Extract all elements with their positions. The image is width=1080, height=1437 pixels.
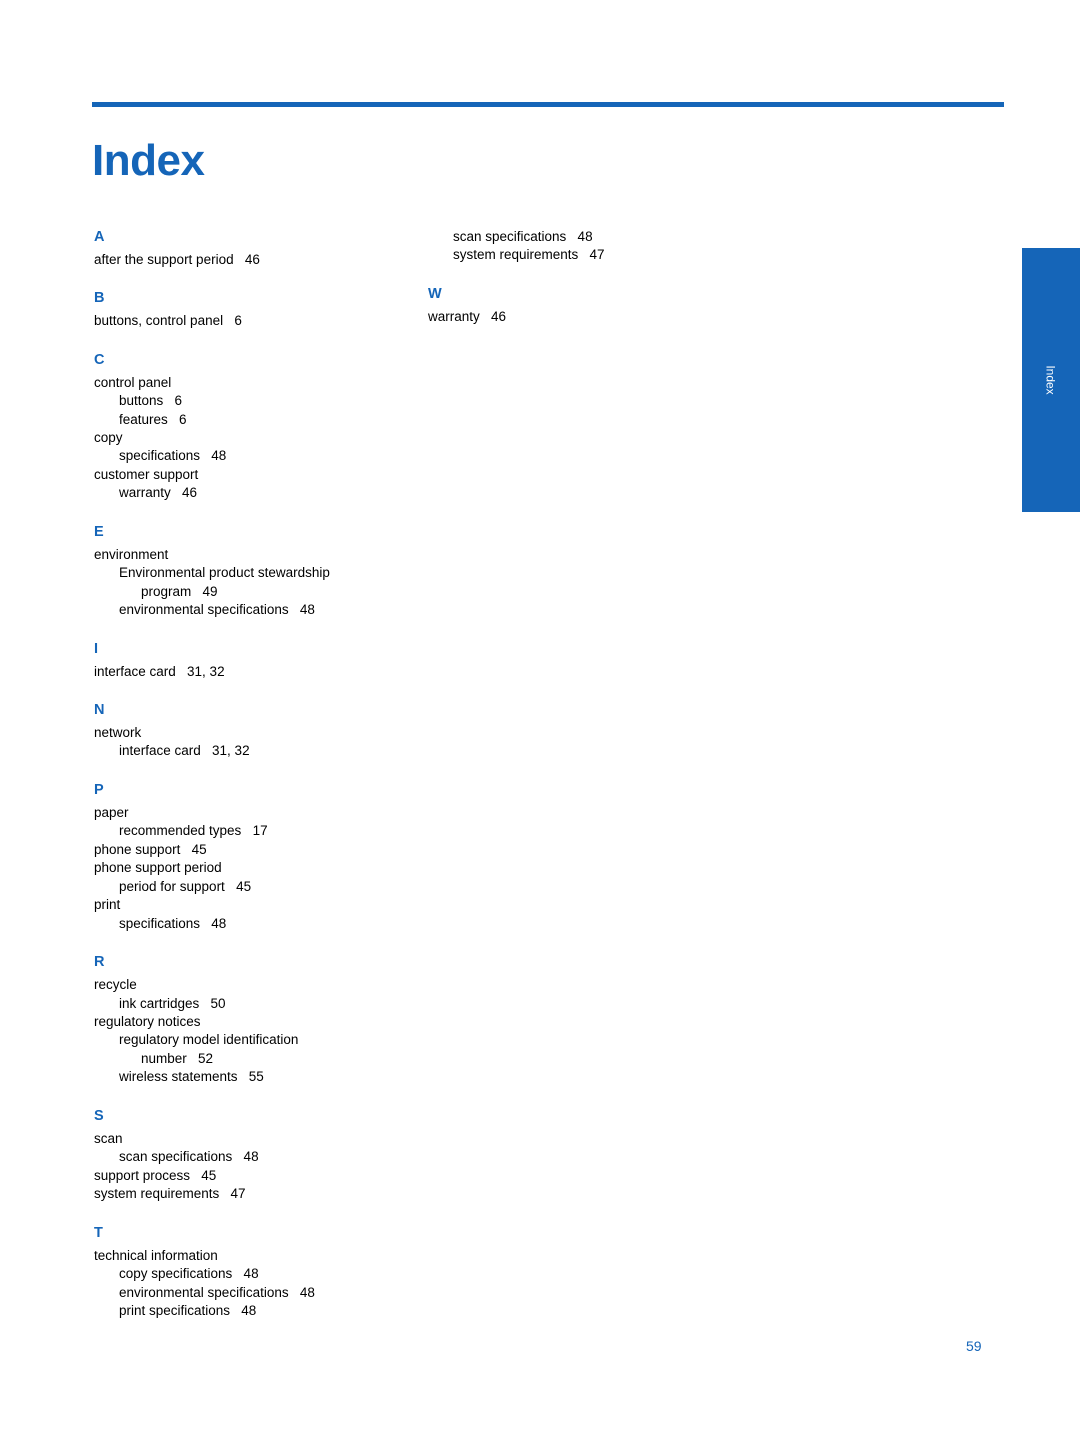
index-entry: paper [94,804,129,820]
index-letter-heading: A [94,229,105,245]
index-entry: environmental specifications 48 [119,1284,315,1300]
page-title: Index [92,136,205,186]
index-entry: print [94,897,121,913]
index-page: Index Index Aafter the support period 46… [0,0,1080,1437]
index-entry: technical information [94,1247,218,1263]
index-entry: interface card 31, 32 [94,663,225,679]
index-entry: system requirements 47 [94,1186,246,1202]
index-letter-heading: P [94,781,104,798]
side-tab-label: Index [1043,365,1058,395]
index-letter-heading: T [94,1224,103,1241]
index-entry: period for support 45 [119,878,252,894]
index-entry: scan [94,1130,123,1146]
index-letter-heading: R [94,954,105,971]
side-tab-label-wrapper: Index [1022,248,1080,512]
index-entry: warranty 46 [119,485,198,501]
index-letter-heading: C [94,351,105,368]
index-entry: program 49 [141,583,218,599]
title-rule [92,102,1004,107]
index-entry: ink cartridges 50 [119,995,226,1011]
index-entry: recommended types 17 [119,823,268,839]
index-entry: number 52 [141,1050,214,1066]
index-entry: buttons, control panel 6 [94,313,242,329]
index-entry: network [94,724,142,740]
index-entry: scan specifications 48 [119,1149,259,1165]
index-entry: wireless statements 55 [119,1069,264,1085]
index-entry: regulatory model identification [119,1032,299,1048]
index-letter-heading: N [94,702,105,719]
index-entry: scan specifications 48 [453,229,593,244]
index-entry: buttons 6 [119,393,183,409]
index-column-right: scan specifications 48 system requirement… [428,228,728,326]
index-entry: copy [94,430,123,445]
index-entry: recycle [94,977,137,993]
index-letter-heading: B [94,290,105,307]
index-letter-heading: E [94,523,104,540]
index-entry: interface card 31, 32 [119,743,250,759]
index-entry: copy specifications 48 [119,1266,259,1282]
index-entry: phone support 45 [94,841,207,857]
index-entry: phone support period [94,860,222,876]
index-entry: system requirements 47 [453,247,605,263]
index-entry: specifications 48 [119,915,227,931]
index-letter-heading: S [94,1107,104,1124]
index-column-left: Aafter the support period 46 Bbuttons, co… [94,228,394,1321]
index-entry: support process 45 [94,1167,217,1183]
index-entry: regulatory notices [94,1013,201,1029]
index-letter-heading: W [428,285,442,302]
index-entry: Environmental product stewardship [119,565,330,581]
index-entry: after the support period 46 [94,251,260,267]
page-number: 59 [966,1338,982,1354]
index-entry: customer support [94,466,199,482]
index-entry: environment [94,546,169,562]
index-entry: environmental specifications 48 [119,602,315,618]
index-entry: warranty 46 [428,308,507,324]
index-entry: print specifications 48 [119,1303,257,1319]
index-entry: specifications 48 [119,448,227,464]
index-entry: control panel [94,374,172,390]
index-letter-heading: I [94,640,99,657]
index-entry: features 6 [119,411,187,427]
